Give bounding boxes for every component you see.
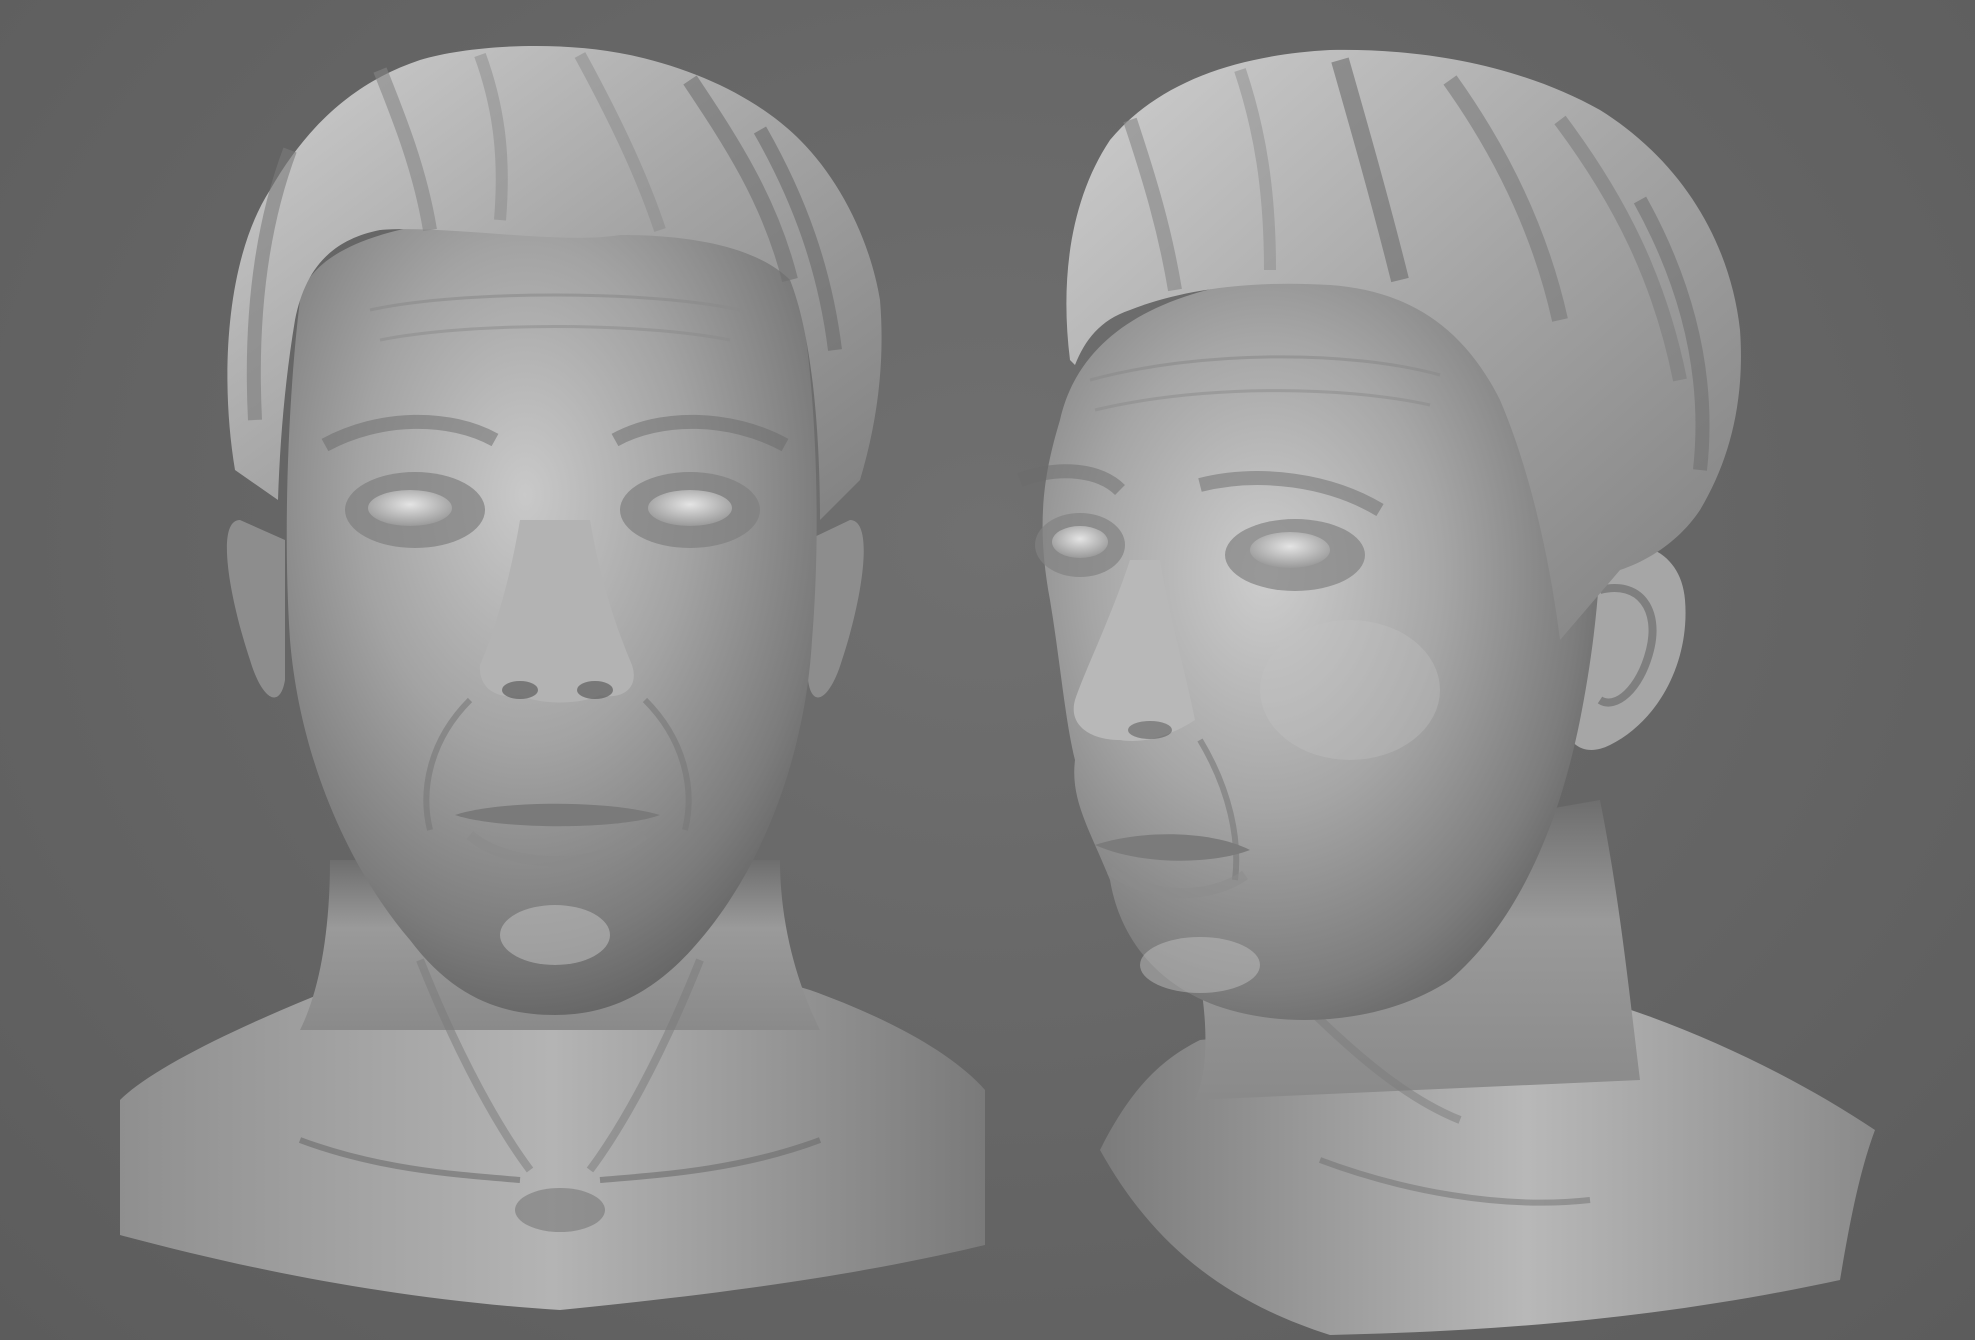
front-right-eye — [648, 490, 732, 526]
three-quarter-right-eye — [1250, 532, 1330, 568]
front-view-bust — [120, 45, 985, 1310]
three-quarter-view-bust — [1017, 49, 1875, 1335]
sculpt-render — [120, 45, 1875, 1335]
front-left-eye — [368, 490, 452, 526]
viewport-canvas — [0, 0, 1975, 1340]
three-quarter-left-eye — [1052, 526, 1108, 558]
